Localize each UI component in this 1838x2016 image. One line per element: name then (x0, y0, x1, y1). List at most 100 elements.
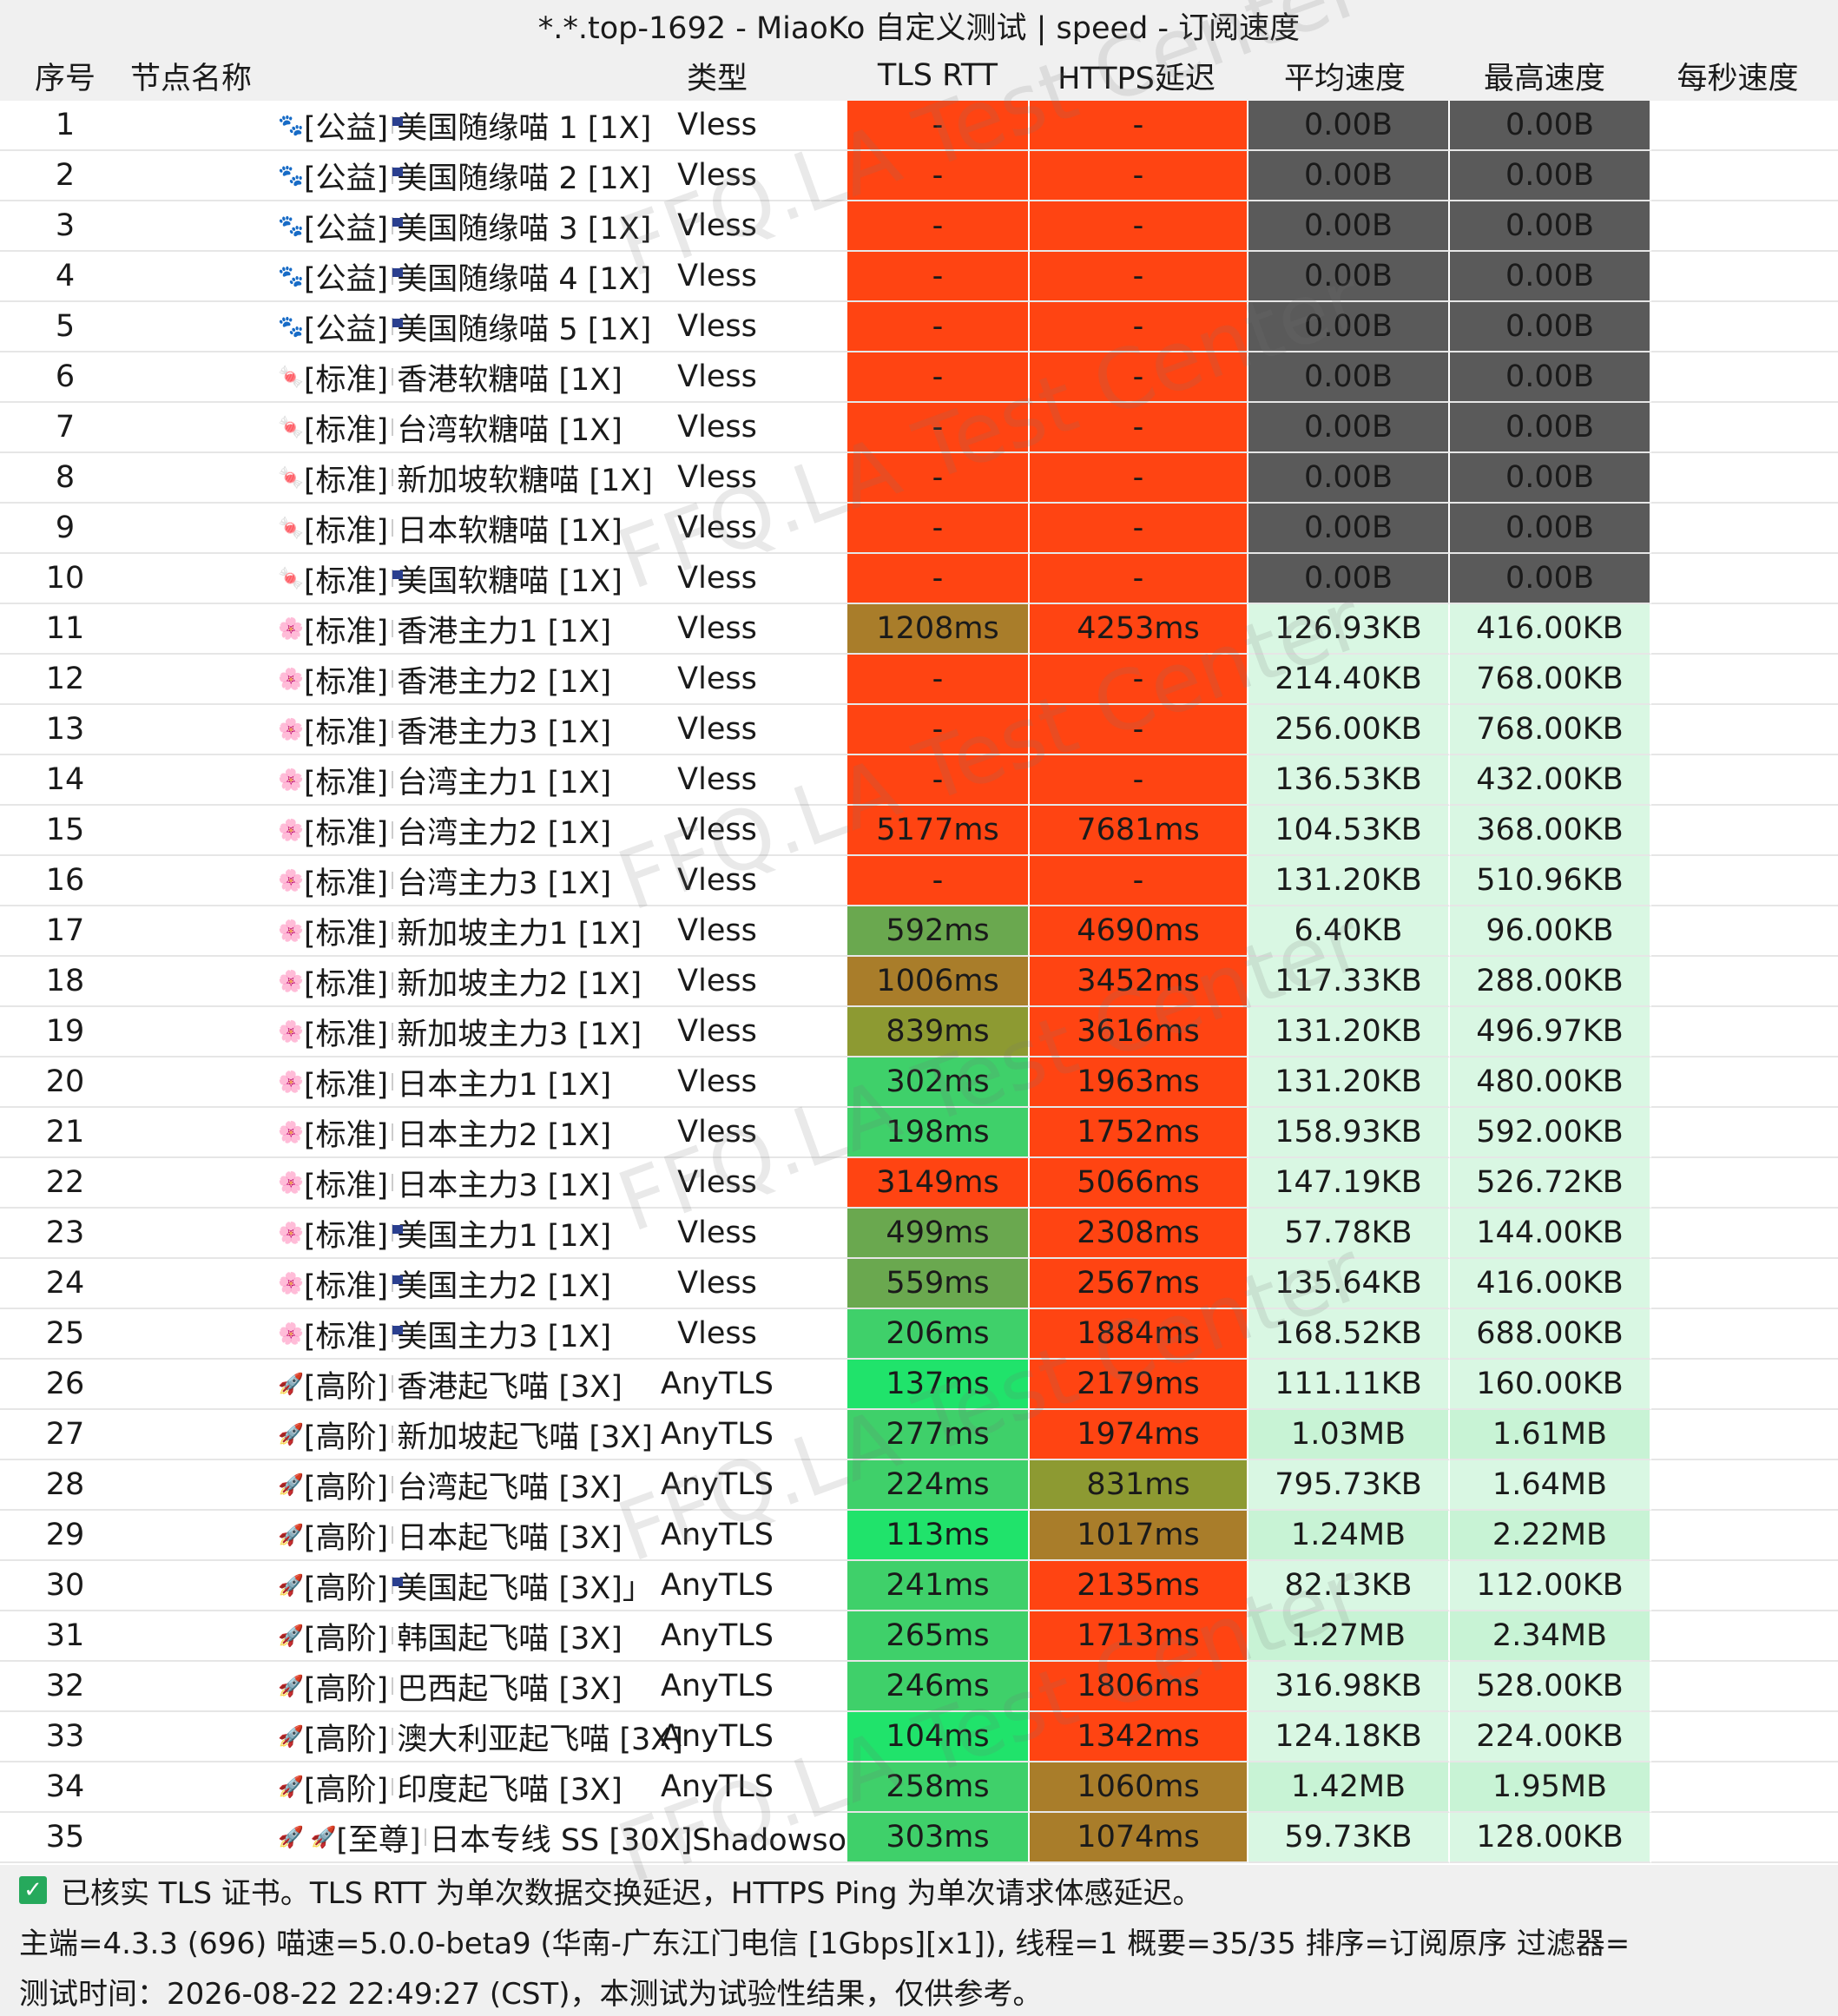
row-index: 5 (0, 302, 130, 352)
row-index: 21 (0, 1108, 130, 1158)
tls-rtt-value: 303ms (847, 1813, 1030, 1863)
table-row[interactable]: 3 🐾 [公益] 美国随缘喵 3 [1X] Vless - -0.00B 0.00B (0, 201, 1838, 252)
tls-rtt-value: 1006ms (847, 957, 1030, 1007)
table-row[interactable]: 2 🐾 [公益] 美国随缘喵 2 [1X] Vless - -0.00B 0.00B (0, 151, 1838, 201)
node-tag: [高阶] (303, 1571, 389, 1606)
table-row[interactable]: 22 🌸 [标准] 日本主力3 [1X] Vless 3149ms 5066ms 147.19… (0, 1158, 1838, 1209)
https-latency-value: - (1030, 705, 1248, 755)
row-index: 32 (0, 1662, 130, 1712)
table-row[interactable]: 13 🌸 [标准] 香港主力3 [1X] Vless - -256.00KB 768.00KB (0, 705, 1838, 755)
avg-speed-value: 136.53KB (1248, 755, 1450, 806)
node-tag: [高阶] (303, 1772, 389, 1808)
node-name: 🍬 [标准] 台湾软糖喵 [1X] (130, 403, 623, 453)
table-row[interactable]: 25 🌸 [标准] 美国主力3 [1X] Vless 206ms 1884ms 168.52K… (0, 1309, 1838, 1360)
https-latency-value: 1074ms (1030, 1813, 1248, 1863)
https-latency-value: - (1030, 554, 1248, 604)
table-row[interactable]: 26 🚀 [高阶] 香港起飞喵 [3X] AnyTLS 137ms 2179ms 111.11… (0, 1360, 1838, 1410)
header-type[interactable]: 类型 (587, 50, 847, 101)
table-row[interactable]: 16 🌸 [标准] 台湾主力3 [1X] Vless - -131.20KB 510.96KB (0, 856, 1838, 906)
header-max-speed[interactable]: 最高速度 (1445, 50, 1644, 101)
table-row[interactable]: 5 🐾 [公益] 美国随缘喵 5 [1X] Vless - -0.00B 0.00B (0, 302, 1838, 352)
avg-speed-value: 131.20KB (1248, 1057, 1450, 1108)
table-row[interactable]: 15 🌸 [标准] 台湾主力2 [1X] Vless 5177ms 7681ms 104.53… (0, 806, 1838, 856)
tls-rtt-value: 206ms (847, 1309, 1030, 1360)
table-row[interactable]: 9 🍬 [标准] 日本软糖喵 [1X] Vless - -0.00B 0.00B (0, 504, 1838, 554)
tls-rtt-value: 104ms (847, 1712, 1030, 1762)
header-node-name[interactable]: 节点名称 (130, 50, 587, 101)
header-https-latency[interactable]: HTTPS延迟 (1028, 50, 1245, 101)
row-index: 31 (0, 1611, 130, 1662)
node-name-text: 台湾主力2 [1X] (397, 815, 612, 851)
blossom-icon: 🌸 (278, 717, 304, 741)
row-index: 9 (0, 504, 130, 554)
table-row[interactable]: 29 🚀 [高阶] 日本起飞喵 [3X] AnyTLS 113ms 1017ms 1.24MB… (0, 1511, 1838, 1561)
node-type (587, 1813, 847, 1863)
table-row[interactable]: 27 🚀 [高阶] 新加坡起飞喵 [3X] AnyTLS 277ms 1974ms 1.03M… (0, 1410, 1838, 1460)
footer-line-1: 已核实 TLS 证书。TLS RTT 为单次数据交换延迟，HTTPS Ping … (61, 1875, 1202, 1911)
node-tag: [高阶] (303, 1470, 389, 1505)
per-second-speed-value (1651, 755, 1838, 806)
tls-rtt-value: 224ms (847, 1460, 1030, 1511)
avg-speed-value: 124.18KB (1248, 1712, 1450, 1762)
table-row[interactable]: 34 🚀 [高阶] 印度起飞喵 [3X] AnyTLS 258ms 1060ms 1.42MB… (0, 1762, 1838, 1813)
node-tag: [标准] (303, 916, 389, 952)
row-index: 29 (0, 1511, 130, 1561)
paw-icon: 🐾 (278, 113, 304, 137)
table-row[interactable]: 30 🚀 [高阶] 美国起飞喵 [3X]」 AnyTLS 241ms 2135ms 82.13… (0, 1561, 1838, 1611)
row-index: 1 (0, 101, 130, 151)
table-row[interactable]: 4 🐾 [公益] 美国随缘喵 4 [1X] Vless - -0.00B 0.00B (0, 252, 1838, 302)
max-speed-value: 112.00KB (1450, 1561, 1651, 1611)
avg-speed-value: 0.00B (1248, 101, 1450, 151)
table-row[interactable]: 33 🚀 [高阶] 澳大利亚起飞喵 [3X] AnyTLS 104ms 1342ms 124.… (0, 1712, 1838, 1762)
table-row[interactable]: 8 🍬 [标准] 新加坡软糖喵 [1X] Vless - -0.00B 0.00B (0, 453, 1838, 504)
table-row[interactable]: 12 🌸 [标准] 香港主力2 [1X] Vless - -214.40KB 768.00KB (0, 655, 1838, 705)
paw-icon: 🐾 (278, 214, 304, 238)
table-row[interactable]: 7 🍬 [标准] 台湾软糖喵 [1X] Vless - -0.00B 0.00B (0, 403, 1838, 453)
flag-us-icon (392, 318, 404, 335)
per-second-speed-value (1651, 1158, 1838, 1209)
row-index: 2 (0, 151, 130, 201)
blossom-icon: 🌸 (278, 1221, 304, 1245)
table-row[interactable]: 35 🚀 🚀 [至尊] 日本专线 SS [30X]Shadowsocks 303ms 10… (0, 1813, 1838, 1863)
table-row[interactable]: 32 🚀 [高阶] 巴西起飞喵 [3X] AnyTLS 246ms 1806ms 316.98… (0, 1662, 1838, 1712)
table-row[interactable]: 6 🍬 [标准] 香港软糖喵 [1X] Vless - -0.00B 0.00B (0, 352, 1838, 403)
node-name: 🐾 [公益] 美国随缘喵 2 [1X] (130, 151, 651, 201)
table-row[interactable]: 21 🌸 [标准] 日本主力2 [1X] Vless 198ms 1752ms 158.93K… (0, 1108, 1838, 1158)
node-type: AnyTLS (587, 1561, 847, 1611)
table-row[interactable]: 23 🌸 [标准] 美国主力1 [1X] Vless 499ms 2308ms 57.78KB… (0, 1209, 1838, 1259)
rocket-icon: 🚀 (278, 1422, 304, 1446)
https-latency-value: 4253ms (1030, 604, 1248, 655)
node-type: Vless (587, 1007, 847, 1057)
https-latency-value: - (1030, 755, 1248, 806)
table-row[interactable]: 1 🐾 [公益] 美国随缘喵 1 [1X] Vless - -0.00B 0.00B (0, 101, 1838, 151)
max-speed-value: 416.00KB (1450, 1259, 1651, 1309)
header-avg-speed[interactable]: 平均速度 (1245, 50, 1445, 101)
max-speed-value: 0.00B (1450, 151, 1651, 201)
header-tls-rtt[interactable]: TLS RTT (847, 50, 1028, 101)
table-row[interactable]: 14 🌸 [标准] 台湾主力1 [1X] Vless - -136.53KB 432.00KB (0, 755, 1838, 806)
table-row[interactable]: 19 🌸 [标准] 新加坡主力3 [1X] Vless 839ms 3616ms 131.20… (0, 1007, 1838, 1057)
node-tag: [标准] (303, 1017, 389, 1052)
https-latency-value: - (1030, 101, 1248, 151)
header-index[interactable]: 序号 (0, 50, 130, 101)
tls-rtt-value: 265ms (847, 1611, 1030, 1662)
table-row[interactable]: 28 🚀 [高阶] 台湾起飞喵 [3X] AnyTLS 224ms 831ms 795.73K… (0, 1460, 1838, 1511)
table-row[interactable]: 17 🌸 [标准] 新加坡主力1 [1X] Vless 592ms 4690ms 6.40KB… (0, 906, 1838, 957)
tls-rtt-value: 839ms (847, 1007, 1030, 1057)
https-latency-value: - (1030, 252, 1248, 302)
table-row[interactable]: 10 🍬 [标准] 美国软糖喵 [1X] Vless - -0.00B 0.00B (0, 554, 1838, 604)
avg-speed-value: 316.98KB (1248, 1662, 1450, 1712)
table-row[interactable]: 31 🚀 [高阶] 韩国起飞喵 [3X] AnyTLS 265ms 1713ms 1.27MB… (0, 1611, 1838, 1662)
table-row[interactable]: 20 🌸 [标准] 日本主力1 [1X] Vless 302ms 1963ms 131.20K… (0, 1057, 1838, 1108)
node-type: AnyTLS (587, 1712, 847, 1762)
table-row[interactable]: 18 🌸 [标准] 新加坡主力2 [1X] Vless 1006ms 3452ms 117.3… (0, 957, 1838, 1007)
node-name: 🌸 [标准] 日本主力1 [1X] (130, 1057, 611, 1108)
header-per-second-speed[interactable]: 每秒速度 (1644, 50, 1831, 101)
per-second-speed-value (1651, 906, 1838, 957)
node-name: 🌸 [标准] 日本主力3 [1X] (130, 1158, 611, 1209)
https-latency-value: 831ms (1030, 1460, 1248, 1511)
max-speed-value: 0.00B (1450, 403, 1651, 453)
node-name: 🌸 [标准] 美国主力2 [1X] (130, 1259, 611, 1309)
table-row[interactable]: 11 🌸 [标准] 香港主力1 [1X] Vless 1208ms 4253ms 126.93… (0, 604, 1838, 655)
table-row[interactable]: 24 🌸 [标准] 美国主力2 [1X] Vless 559ms 2567ms 135.64K… (0, 1259, 1838, 1309)
